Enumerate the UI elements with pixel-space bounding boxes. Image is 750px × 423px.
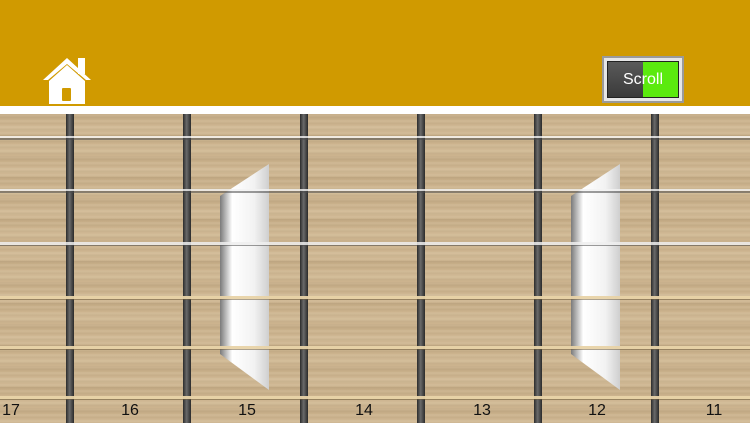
fret-bar (183, 114, 191, 423)
home-button[interactable] (38, 52, 96, 108)
fret-number: 15 (238, 402, 256, 419)
string (0, 396, 750, 399)
scroll-toggle-label: Scroll (622, 70, 663, 88)
fret-number: 17 (2, 402, 20, 419)
fret-number: 14 (355, 402, 373, 419)
scroll-toggle-track: Scroll (607, 61, 679, 98)
header-divider (0, 106, 750, 114)
string (0, 399, 750, 400)
string (0, 191, 750, 193)
fretboard[interactable] (0, 114, 750, 423)
string (0, 138, 750, 140)
fret-bar (66, 114, 74, 423)
fretboard-canvas (0, 114, 750, 423)
string (0, 296, 750, 299)
string (0, 349, 750, 350)
scroll-toggle[interactable]: Scroll (602, 56, 684, 103)
fret-number: 11 (705, 402, 723, 419)
fret-bar (300, 114, 308, 423)
string (0, 136, 750, 138)
fret-bar (651, 114, 659, 423)
string (0, 299, 750, 300)
string (0, 189, 750, 191)
inlay-marker (220, 164, 269, 390)
string (0, 242, 750, 245)
frets (66, 114, 659, 423)
fret-number: 16 (121, 402, 139, 419)
string (0, 346, 750, 349)
inlay-marker (571, 164, 620, 390)
home-icon (43, 58, 91, 104)
fret-number: 13 (473, 402, 491, 419)
fret-number: 12 (588, 402, 606, 419)
fret-bar (417, 114, 425, 423)
strings (0, 136, 750, 400)
string (0, 245, 750, 246)
fret-bar (534, 114, 542, 423)
